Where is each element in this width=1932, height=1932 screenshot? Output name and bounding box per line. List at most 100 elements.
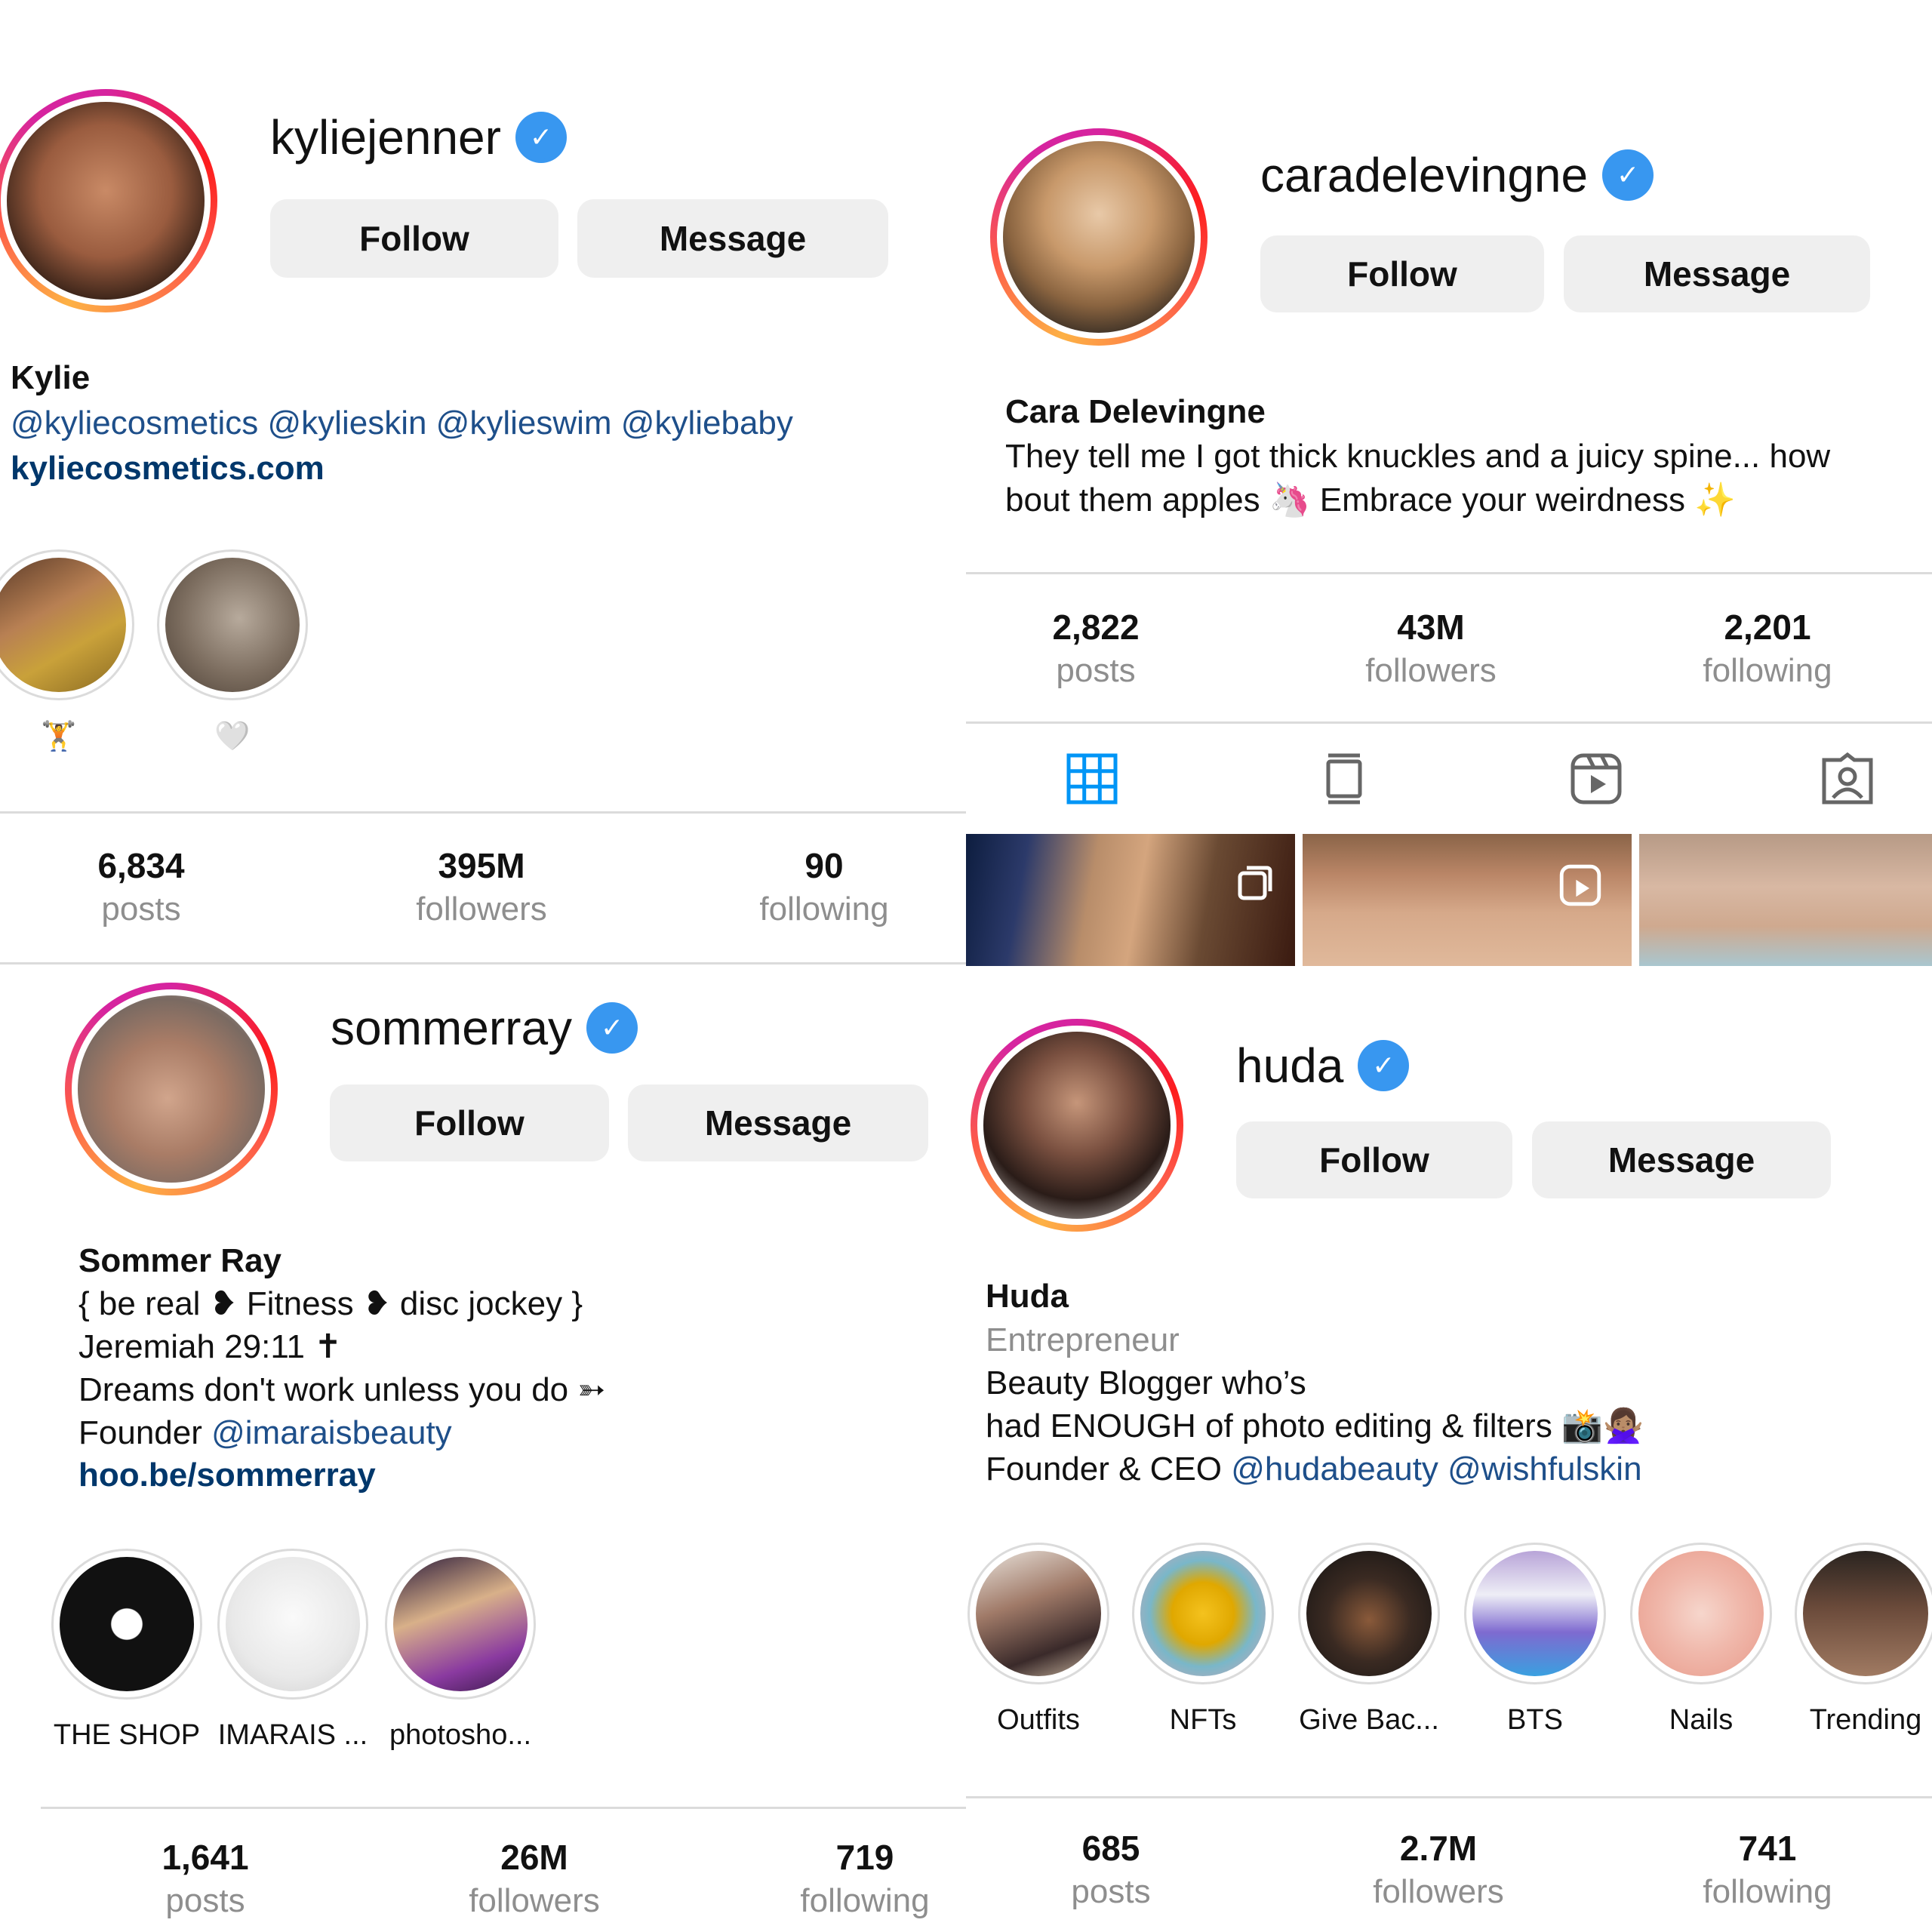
website-link[interactable]: hoo.be/sommerray — [78, 1454, 376, 1497]
verified-badge-icon: ✓ — [1361, 1044, 1406, 1088]
follow-button[interactable]: Follow — [1260, 235, 1544, 312]
highlight-item[interactable]: THE SHOP — [51, 1549, 202, 1752]
highlight-item[interactable]: IMARAIS ... — [217, 1549, 368, 1752]
highlight-label: photosho... — [389, 1719, 532, 1751]
followers-label: followers — [416, 891, 547, 928]
divider — [966, 1796, 1932, 1798]
highlight-label: 🏋️ — [41, 721, 77, 752]
following-label: following — [1703, 1873, 1832, 1910]
username: caradelevingne — [1260, 148, 1589, 202]
message-button[interactable]: Message — [1532, 1121, 1831, 1198]
highlight-label: Give Bac... — [1299, 1704, 1439, 1736]
stat-following[interactable]: 741 following — [1654, 1826, 1881, 1914]
highlight-label: 🤍 — [214, 721, 251, 752]
following-count: 741 — [1738, 1829, 1797, 1868]
username-row: kyliejenner ✓ — [270, 109, 563, 165]
highlight-item[interactable]: 🏋️ — [0, 549, 134, 753]
username: kyliejenner — [270, 110, 501, 165]
highlight-label: IMARAIS ... — [217, 1719, 368, 1751]
follow-button[interactable]: Follow — [1236, 1121, 1512, 1198]
bio-text: Founder & CEO — [986, 1451, 1232, 1487]
divider — [966, 572, 1932, 574]
posts-count: 6,834 — [97, 846, 185, 885]
profile-name: Kylie — [11, 359, 91, 396]
bio-mentions[interactable]: @kyliecosmetics @kylieskin @kylieswim @k… — [11, 401, 793, 445]
post-thumbnail[interactable] — [1303, 834, 1632, 966]
website-link[interactable]: kyliecosmetics.com — [11, 447, 325, 490]
bio-line-founder: Founder @imaraisbeauty — [78, 1411, 452, 1454]
profile-avatar[interactable] — [990, 128, 1208, 346]
highlight-item[interactable]: photosho... — [385, 1549, 536, 1752]
highlight-item[interactable]: Trending — [1795, 1543, 1932, 1737]
profile-avatar[interactable] — [65, 983, 278, 1195]
stat-followers[interactable]: 395M followers — [368, 844, 595, 931]
following-count: 90 — [804, 846, 844, 885]
stat-posts[interactable]: 6,834 posts — [28, 844, 254, 931]
stat-following[interactable]: 719 following — [752, 1835, 966, 1923]
highlight-label: THE SHOP — [53, 1719, 201, 1751]
following-count: 719 — [835, 1838, 894, 1877]
mention-link[interactable]: @imaraisbeauty — [211, 1414, 452, 1451]
message-button[interactable]: Message — [577, 199, 888, 278]
highlight-item[interactable]: BTS — [1464, 1543, 1606, 1737]
post-thumbnail[interactable] — [1639, 834, 1932, 966]
highlight-label: Nails — [1669, 1704, 1734, 1736]
mention-links[interactable]: @hudabeauty @wishfulskin — [1231, 1451, 1641, 1487]
post-thumbnail[interactable] — [966, 834, 1295, 966]
highlight-label: BTS — [1507, 1704, 1563, 1736]
profile-name: Cara Delevingne — [1005, 393, 1266, 430]
highlight-item[interactable]: Outfits — [968, 1543, 1109, 1737]
bio-line: bout them apples 🦄 Embrace your weirdnes… — [1005, 481, 1736, 518]
profile-avatar[interactable] — [971, 1019, 1183, 1232]
tagged-icon[interactable] — [1821, 752, 1874, 805]
username-row: sommerray ✓ — [331, 1000, 635, 1056]
stat-followers[interactable]: 43M followers — [1318, 605, 1544, 693]
divider — [0, 811, 966, 814]
message-button[interactable]: Message — [628, 1084, 928, 1161]
highlight-label: Outfits — [997, 1704, 1080, 1736]
verified-badge-icon: ✓ — [518, 115, 563, 159]
bio-line: They tell me I got thick knuckles and a … — [1005, 438, 1831, 475]
highlight-label: NFTs — [1169, 1704, 1237, 1736]
follow-button[interactable]: Follow — [270, 199, 558, 278]
reels-icon[interactable] — [1570, 752, 1623, 805]
followers-count: 26M — [500, 1838, 568, 1877]
stat-following[interactable]: 2,201 following — [1654, 605, 1881, 693]
posts-count: 2,822 — [1052, 608, 1140, 647]
stat-followers[interactable]: 26M followers — [421, 1835, 648, 1923]
following-label: following — [1703, 652, 1832, 689]
stat-following[interactable]: 90 following — [711, 844, 937, 931]
posts-label: posts — [1071, 1873, 1151, 1910]
bio-text: Founder — [78, 1414, 212, 1451]
stat-followers[interactable]: 2.7M followers — [1325, 1826, 1552, 1914]
profile-name: Huda — [986, 1278, 1069, 1315]
grid-icon[interactable] — [1066, 752, 1118, 805]
following-label: following — [759, 891, 889, 928]
profile-name: Sommer Ray — [78, 1242, 282, 1279]
bio-line: Beauty Blogger who’s — [986, 1364, 1306, 1401]
profile-kyliejenner: kyliejenner ✓ Follow Message Kylie @kyli… — [0, 0, 966, 966]
followers-count: 43M — [1397, 608, 1465, 647]
followers-count: 2.7M — [1399, 1829, 1478, 1868]
stat-posts[interactable]: 2,822 posts — [983, 605, 1209, 693]
highlight-item[interactable]: Give Bac... — [1298, 1543, 1440, 1737]
highlight-item[interactable]: Nails — [1630, 1543, 1772, 1737]
stat-posts[interactable]: 685 posts — [998, 1826, 1224, 1914]
verified-badge-icon: ✓ — [590, 1006, 635, 1050]
followers-label: followers — [1365, 652, 1497, 689]
bio-line-founder: Founder & CEO @hudabeauty @wishfulskin — [986, 1447, 1642, 1491]
carousel-icon — [1238, 866, 1272, 900]
profile-caradelevingne: caradelevingne ✓ Follow Message Cara Del… — [966, 0, 1932, 966]
highlight-item[interactable]: NFTs — [1132, 1543, 1274, 1737]
highlight-item[interactable]: 🤍 — [157, 549, 308, 753]
posts-label: posts — [165, 1882, 245, 1919]
igtv-icon[interactable] — [1318, 752, 1371, 805]
verified-badge-icon: ✓ — [1606, 153, 1651, 197]
stat-posts[interactable]: 1,641 posts — [92, 1835, 318, 1923]
username: sommerray — [331, 1001, 573, 1055]
divider — [41, 1807, 966, 1809]
profile-avatar[interactable] — [0, 89, 217, 312]
message-button[interactable]: Message — [1564, 235, 1870, 312]
bio-line: { be real ❥ Fitness ❥ disc jockey } — [78, 1285, 583, 1322]
follow-button[interactable]: Follow — [330, 1084, 609, 1161]
